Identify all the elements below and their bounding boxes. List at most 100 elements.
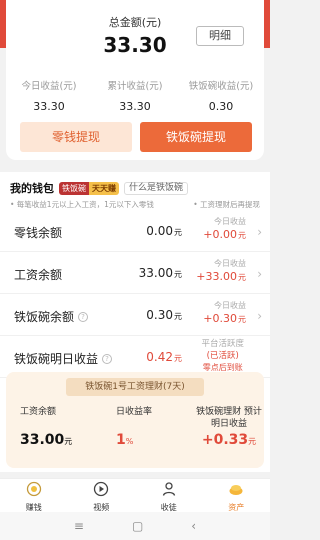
activity-state: (已活跃) [206,351,239,361]
play-icon [94,481,109,497]
income-value: +33.00元 [196,270,246,283]
row-value-unit: 元 [174,228,182,237]
wallet-notes: • 每笔收益1元以上入工资，1元以下入零钱 • 工资理财后再提现 [10,199,260,210]
system-nav-bar: ≡ ▢ ‹ [0,512,270,540]
row-change-balance[interactable]: 零钱余额 0.00元 今日收益 +0.00元 › [0,210,270,252]
row-value: 33.00元 [139,266,182,280]
tag-right: 天天赚 [89,181,119,195]
payroll-columns: 工资余额 33.00元 日收益率 1% 铁饭碗理财 预计明日收益 +0.33元 [6,406,264,448]
payroll-number: +0.33 [201,432,249,448]
payroll-value: +0.33元 [194,432,264,448]
income-value: +0.00元 [203,228,246,241]
menu-icon[interactable]: ≡ [74,519,84,533]
assets-icon [229,485,243,495]
note-right: • 工资理财后再提现 [193,200,260,209]
row-salary-balance[interactable]: 工资余额 33.00元 今日收益 +33.00元 › [0,252,270,294]
stat-today: 今日收益(元) 33.30 [6,78,92,113]
back-icon[interactable]: ‹ [191,519,196,533]
chevron-right-icon: › [257,267,262,281]
person-icon [162,482,175,496]
row-label: 零钱余额 [14,224,62,241]
wallet-title: 我的钱包 [10,182,54,195]
payroll-value: 1% [116,432,186,448]
income-unit: 元 [238,273,246,282]
payroll-label: 工资余额 [20,407,57,417]
income-number: +0.30 [203,312,237,325]
payroll-unit: 元 [248,437,257,446]
row-value-number: 0.30 [146,308,173,322]
row-label-text: 零钱余额 [14,226,63,240]
row-value-unit: 元 [174,354,182,363]
payroll-unit: % [125,437,134,446]
nav-apprentice[interactable]: 收徒 [135,479,203,512]
row-income: 今日收益 +33.00元 [196,258,246,283]
income-label: 今日收益 [214,301,246,310]
row-label-text: 铁饭碗明日收益 [14,352,99,366]
stat-value: 0.30 [208,100,234,113]
payroll-label: 铁饭碗理财 预计明日收益 [196,407,262,429]
note-left: • 每笔收益1元以上入工资，1元以下入零钱 [10,200,154,209]
income-number: +33.00 [196,270,237,283]
income-label: 今日收益 [214,259,246,268]
payroll-unit: 元 [64,437,73,446]
row-value-number: 0.42 [146,350,173,364]
summary-card: 总金额(元) 33.30 明细 今日收益(元) 33.30 累计收益(元) 33… [6,0,264,160]
row-value-unit: 元 [174,270,182,279]
nav-assets[interactable]: 资产 [203,479,271,512]
payroll-col-expected: 铁饭碗理财 预计明日收益 +0.33元 [186,406,264,448]
payroll-value: 33.00元 [20,432,90,448]
row-value-number: 0.00 [146,224,173,238]
row-value: 0.00元 [146,224,182,238]
nav-earn[interactable]: 赚钱 [0,479,68,512]
income-number: +0.00 [203,228,237,241]
bowl-tag: 铁饭碗 天天赚 [59,181,119,195]
payroll-col-rate: 日收益率 1% [90,406,186,448]
stat-value: 33.30 [119,100,151,113]
stat-total: 累计收益(元) 33.30 [92,78,178,113]
row-income: 今日收益 +0.30元 [203,300,246,325]
detail-button[interactable]: 明细 [196,26,244,46]
payroll-label: 日收益率 [116,407,153,417]
stat-label: 累计收益(元) [107,81,163,92]
row-value-unit: 元 [174,312,182,321]
wallet-header: 我的钱包 铁饭碗 天天赚 什么是铁饭碗 [10,180,189,196]
activity-label: 平台活跃度 [201,339,244,349]
income-value: +0.30元 [203,312,246,325]
what-is-bowl-link[interactable]: 什么是铁饭碗 [124,181,189,195]
tag-left: 铁饭碗 [59,181,89,195]
row-label: 工资余额 [14,266,62,283]
stat-value: 33.30 [33,100,65,113]
row-value-number: 33.00 [138,266,173,280]
row-value: 0.42元 [146,350,182,364]
row-label-text: 铁饭碗余额 [14,310,75,324]
row-income: 今日收益 +0.00元 [203,216,246,241]
stat-bowl: 铁饭碗收益(元) 0.30 [178,78,264,113]
income-unit: 元 [238,315,246,324]
home-icon[interactable]: ▢ [132,519,143,533]
chevron-right-icon: › [257,309,262,323]
stats-row: 今日收益(元) 33.30 累计收益(元) 33.30 铁饭碗收益(元) 0.3… [6,78,264,113]
help-icon[interactable]: ? [102,353,113,364]
payroll-col-balance: 工资余额 33.00元 [6,406,90,448]
row-bowl-balance[interactable]: 铁饭碗余额? 0.30元 今日收益 +0.30元 › [0,294,270,336]
income-unit: 元 [238,231,246,240]
income-label: 今日收益 [214,217,246,226]
activity-status: 平台活跃度 (已活跃) 零点后到账 [201,338,244,374]
row-label-text: 工资余额 [14,268,63,282]
withdraw-buttons: 零钱提现 铁饭碗提现 [20,122,252,152]
help-icon[interactable]: ? [78,311,89,322]
payroll-number: 1 [116,432,126,448]
stat-label: 铁饭碗收益(元) [188,81,254,92]
chevron-right-icon: › [257,225,262,239]
withdraw-change-button[interactable]: 零钱提现 [20,122,132,152]
nav-video[interactable]: 视频 [68,479,136,512]
payroll-number: 33.00 [20,432,65,448]
payroll-title: 铁饭碗1号工资理财(7天) [66,378,204,396]
earn-icon [26,481,41,497]
payroll-card: 铁饭碗1号工资理财(7天) 工资余额 33.00元 日收益率 1% 铁饭碗理财 … [6,372,264,468]
stat-label: 今日收益(元) [21,81,77,92]
row-value: 0.30元 [146,308,182,322]
withdraw-bowl-button[interactable]: 铁饭碗提现 [140,122,252,152]
row-label: 铁饭碗明日收益? [14,350,113,367]
row-label: 铁饭碗余额? [14,308,89,325]
